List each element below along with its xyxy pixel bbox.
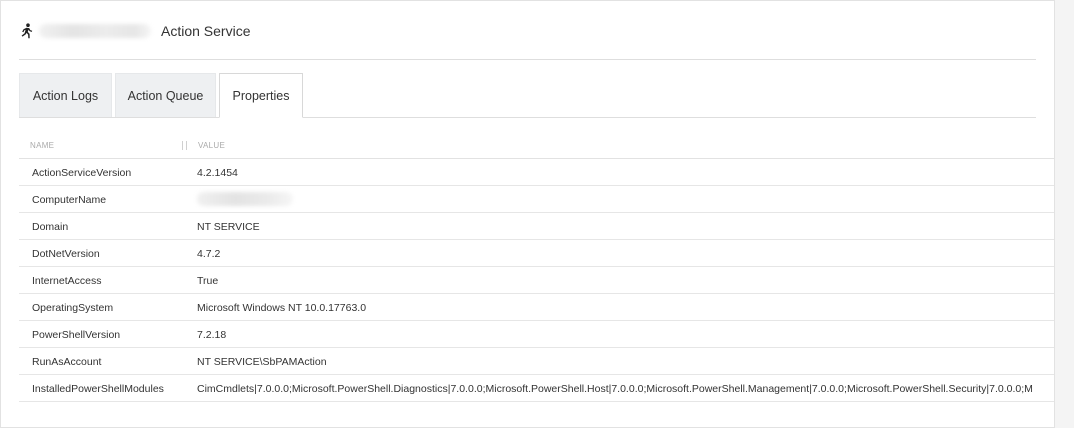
row-name: ComputerName — [32, 194, 107, 206]
running-person-icon — [19, 23, 33, 39]
row-name: InternetAccess — [32, 275, 102, 287]
tab-action-queue[interactable]: Action Queue — [115, 73, 216, 117]
table-row[interactable]: InternetAccess True — [19, 267, 1054, 294]
page-header: Action Service — [19, 19, 250, 43]
redacted-hostname — [39, 24, 151, 38]
row-value: NT SERVICE\SbPAMAction — [197, 356, 327, 368]
column-header-name[interactable]: NAME — [30, 141, 54, 150]
table-row[interactable]: ComputerName — [19, 186, 1054, 213]
row-name: Domain — [32, 221, 69, 233]
row-value: True — [197, 275, 219, 287]
table-row[interactable]: InstalledPowerShellModules CimCmdlets|7.… — [19, 375, 1054, 402]
table-row[interactable]: DotNetVersion 4.7.2 — [19, 240, 1054, 267]
row-value: NT SERVICE — [197, 221, 260, 233]
tab-properties[interactable]: Properties — [219, 73, 303, 118]
page-title: Action Service — [161, 23, 251, 39]
table-row[interactable]: Domain NT SERVICE — [19, 213, 1054, 240]
table-header: NAME VALUE — [19, 132, 1054, 159]
table-row[interactable]: RunAsAccount NT SERVICE\SbPAMAction — [19, 348, 1054, 375]
row-name: InstalledPowerShellModules — [32, 383, 164, 395]
tab-bar: Action Logs Action Queue Properties — [19, 73, 1036, 118]
row-value: 4.7.2 — [197, 248, 221, 260]
row-name: PowerShellVersion — [32, 329, 121, 341]
table-row[interactable]: ActionServiceVersion 4.2.1454 — [19, 159, 1054, 186]
row-name: RunAsAccount — [32, 356, 102, 368]
row-value: 7.2.18 — [197, 329, 227, 341]
row-name: OperatingSystem — [32, 302, 114, 314]
tab-action-logs[interactable]: Action Logs — [19, 73, 112, 117]
header-divider — [19, 59, 1036, 60]
row-value: Microsoft Windows NT 10.0.17763.0 — [197, 302, 367, 314]
row-value: CimCmdlets|7.0.0.0;Microsoft.PowerShell.… — [197, 383, 1033, 395]
table-row[interactable]: OperatingSystem Microsoft Windows NT 10.… — [19, 294, 1054, 321]
table-row[interactable]: PowerShellVersion 7.2.18 — [19, 321, 1054, 348]
action-service-panel: Action Service Action Logs Action Queue … — [0, 0, 1055, 428]
row-name: ActionServiceVersion — [32, 167, 132, 179]
column-header-value[interactable]: VALUE — [198, 141, 225, 150]
column-resize-handle[interactable] — [182, 141, 187, 150]
redacted-computer-name — [197, 192, 293, 206]
row-value: 4.2.1454 — [197, 167, 238, 179]
row-name: DotNetVersion — [32, 248, 100, 260]
properties-table: NAME VALUE ActionServiceVersion 4.2.1454… — [19, 132, 1054, 402]
